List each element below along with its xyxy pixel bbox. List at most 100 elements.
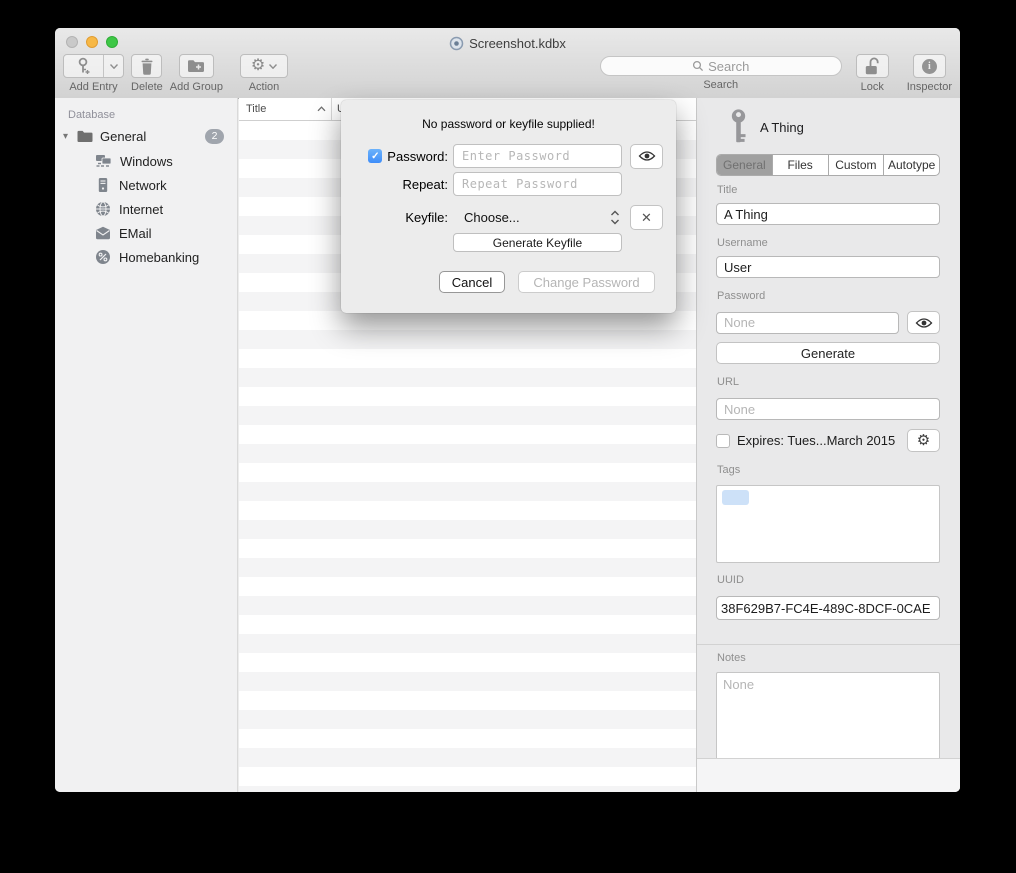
action-button[interactable]: ⚙	[240, 54, 288, 78]
inspector-button[interactable]: i	[913, 54, 946, 78]
tab-general[interactable]: General	[717, 155, 773, 175]
eye-icon	[915, 317, 933, 329]
add-entry-tool: Add Entry	[63, 54, 124, 93]
list-row	[239, 444, 696, 463]
tag-chip[interactable]	[722, 490, 749, 505]
inspector-label: Inspector	[907, 81, 952, 93]
add-entry-label: Add Entry	[69, 81, 117, 93]
title-field-label: Title	[717, 185, 940, 196]
keyfile-popup-value: Choose...	[464, 210, 520, 225]
generate-password-button[interactable]: Generate	[716, 342, 940, 364]
dialog-password-row: ✓ Password:	[360, 143, 676, 169]
username-field[interactable]	[716, 256, 940, 278]
add-entry-button[interactable]	[63, 54, 124, 78]
column-header-title[interactable]: Title	[239, 98, 331, 120]
username-field-label: Username	[717, 238, 940, 249]
generate-keyfile-button[interactable]: Generate Keyfile	[453, 233, 622, 252]
close-icon: ✕	[641, 211, 652, 224]
list-row	[239, 539, 696, 558]
dialog-repeat-label: Repeat:	[402, 177, 448, 192]
windows-icon	[95, 154, 112, 169]
sidebar-item-label: EMail	[119, 226, 152, 241]
inspector-footer	[697, 758, 960, 792]
key-plus-icon[interactable]	[64, 55, 104, 77]
add-entry-dropdown-icon[interactable]	[104, 55, 123, 77]
dialog-password-input[interactable]	[453, 144, 622, 168]
uuid-field[interactable]: 38F629B7-FC4E-489C-8DCF-0CAE	[716, 596, 940, 620]
sidebar-section-header: Database	[68, 109, 237, 121]
list-row	[239, 615, 696, 634]
list-row	[239, 330, 696, 349]
tab-custom[interactable]: Custom	[829, 155, 885, 175]
sidebar: Database ▾ General 2 Windows Network Int…	[55, 98, 238, 792]
toolbar-right: Search Search Lock i Inspector	[600, 54, 952, 93]
list-row	[239, 786, 696, 792]
list-row	[239, 558, 696, 577]
disclosure-triangle-icon[interactable]: ▾	[63, 131, 75, 142]
lock-label: Lock	[861, 81, 884, 93]
search-label: Search	[703, 79, 738, 91]
clear-keyfile-button[interactable]: ✕	[630, 205, 663, 230]
globe-icon	[95, 201, 111, 217]
add-group-button[interactable]	[179, 54, 214, 78]
eye-icon	[638, 150, 656, 162]
sidebar-item-label: Network	[119, 178, 167, 193]
search-tool: Search Search	[600, 54, 842, 91]
sort-ascending-icon	[317, 106, 326, 112]
lock-button[interactable]	[856, 54, 889, 78]
password-checkbox[interactable]: ✓	[368, 149, 382, 163]
entry-count-badge: 2	[205, 129, 224, 144]
reveal-password-button[interactable]	[907, 311, 940, 334]
url-field[interactable]	[716, 398, 940, 420]
list-row	[239, 691, 696, 710]
list-row	[239, 596, 696, 615]
sidebar-item-label: Windows	[120, 154, 173, 169]
title-field[interactable]	[716, 203, 940, 225]
sidebar-item-windows[interactable]: Windows	[55, 149, 237, 173]
dialog-repeat-input[interactable]	[453, 172, 622, 196]
action-label: Action	[249, 81, 280, 93]
delete-tool: Delete	[131, 54, 163, 93]
sidebar-item-network[interactable]: Network	[55, 173, 237, 197]
list-row	[239, 501, 696, 520]
notes-field[interactable]	[716, 672, 940, 764]
dialog-keyfile-row: Keyfile: Choose... ✕	[360, 204, 676, 230]
inspector-tabs: General Files Custom Autotype	[716, 154, 940, 176]
list-row	[239, 482, 696, 501]
dialog-keyfile-label: Keyfile:	[405, 210, 448, 225]
expires-settings-button[interactable]: ⚙	[907, 429, 940, 452]
search-input[interactable]: Search	[600, 56, 842, 76]
password-row	[716, 311, 940, 334]
password-field[interactable]	[716, 312, 899, 334]
chevron-down-icon	[269, 64, 277, 69]
gear-icon: ⚙	[251, 58, 265, 74]
dialog-repeat-row: Repeat:	[360, 171, 676, 197]
entry-title: A Thing	[760, 120, 804, 135]
expires-row: Expires: Tues...March 2015 ⚙	[716, 429, 940, 452]
unlock-icon	[864, 57, 880, 75]
sidebar-item-homebanking[interactable]: Homebanking	[55, 245, 237, 269]
delete-button[interactable]	[131, 54, 162, 78]
list-row	[239, 349, 696, 368]
tab-files[interactable]: Files	[773, 155, 829, 175]
action-tool: ⚙ Action	[240, 54, 288, 93]
tab-autotype[interactable]: Autotype	[884, 155, 939, 175]
list-row	[239, 311, 696, 330]
list-row	[239, 463, 696, 482]
cancel-button[interactable]: Cancel	[439, 271, 505, 293]
tags-box[interactable]	[716, 485, 940, 563]
sidebar-item-internet[interactable]: Internet	[55, 197, 237, 221]
trash-icon	[140, 58, 154, 75]
expires-checkbox[interactable]	[716, 434, 730, 448]
toolbar: Add Entry Delete Add Group ⚙ Action	[63, 54, 952, 93]
sidebar-item-email[interactable]: EMail	[55, 221, 237, 245]
change-password-button[interactable]: Change Password	[518, 271, 655, 293]
sidebar-item-general[interactable]: ▾ General 2	[55, 125, 237, 147]
dialog-password-label: Password:	[387, 149, 448, 164]
list-row	[239, 368, 696, 387]
sidebar-item-label: Homebanking	[119, 250, 199, 265]
sidebar-item-label: General	[100, 129, 146, 144]
keyfile-popup[interactable]: Choose...	[453, 210, 622, 225]
list-row	[239, 767, 696, 786]
dialog-reveal-password-button[interactable]	[630, 144, 663, 169]
